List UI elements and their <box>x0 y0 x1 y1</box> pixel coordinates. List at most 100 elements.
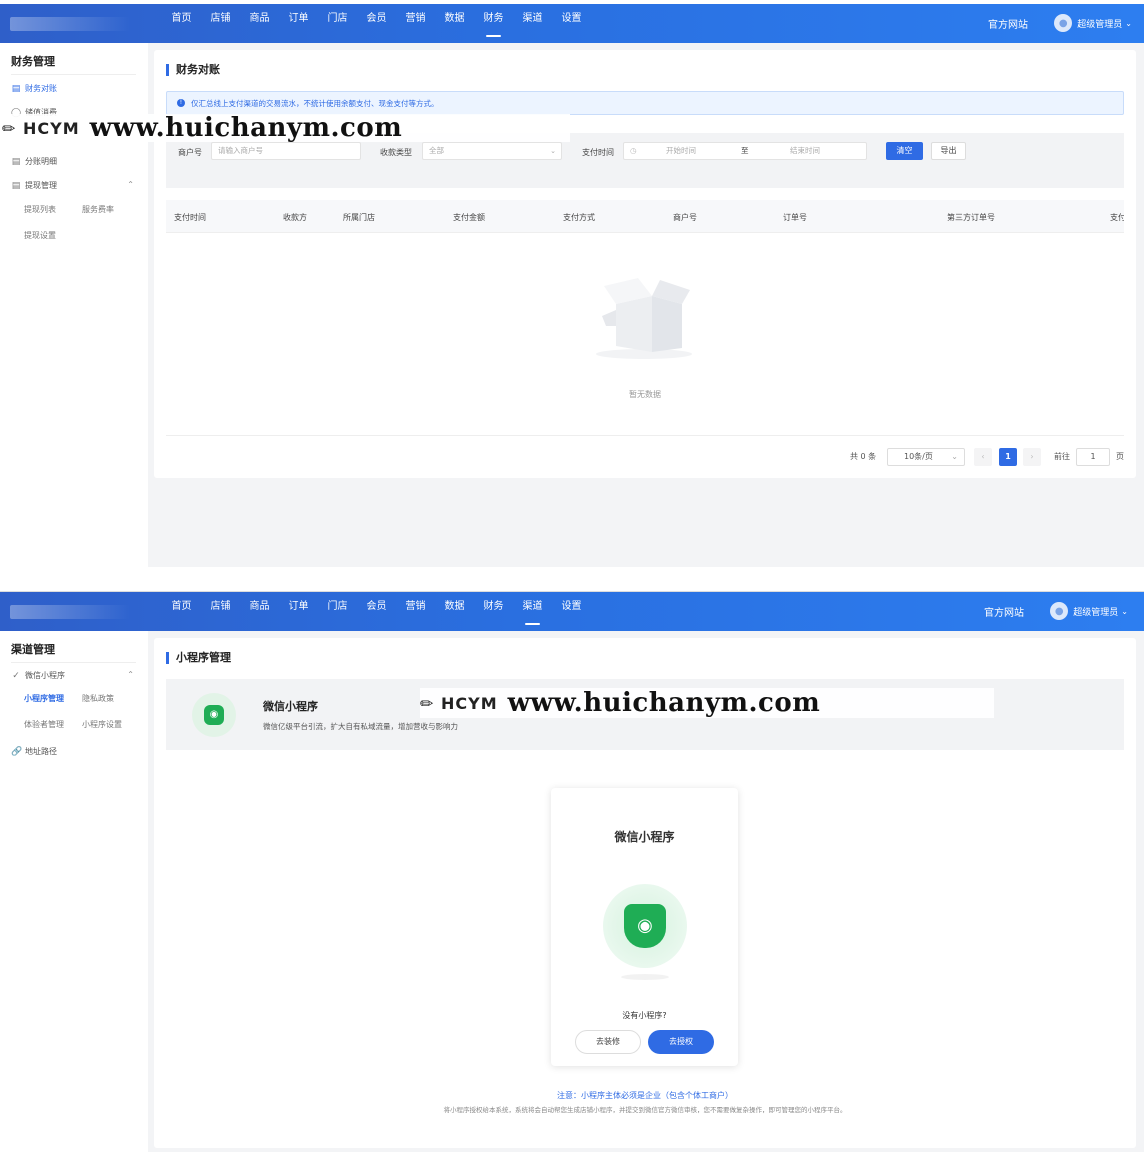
chevron-down-icon: ⌄ <box>1121 606 1128 616</box>
page-size-value: 10条/页 <box>904 452 933 461</box>
column-header: 所属门店 <box>343 213 375 222</box>
nav-settings[interactable]: 设置 <box>552 4 591 43</box>
document-icon: ▤ <box>11 180 21 191</box>
info-notice: ! 仅汇总线上支付渠道的交易流水，不统计使用余额支付、现金支付等方式。 <box>166 91 1124 115</box>
chevron-down-icon: ⌄ <box>550 147 556 155</box>
chevron-up-icon[interactable]: ⌃ <box>127 670 134 679</box>
divider <box>11 662 136 663</box>
nav-home[interactable]: 首页 <box>162 592 201 631</box>
official-site-link[interactable]: 官方网站 <box>984 604 1024 619</box>
column-header: 支付金额 <box>453 213 485 222</box>
merchant-input[interactable]: 请输入商户号 <box>211 142 361 160</box>
sidebar-item-reconciliation[interactable]: ▤ 财务对账 <box>11 83 57 94</box>
sidebar-item-label: 提现管理 <box>25 181 57 190</box>
page-number-button[interactable]: 1 <box>999 448 1017 466</box>
sidebar-sub-withdraw-settings[interactable]: 提现设置 <box>24 230 56 241</box>
nav-finance[interactable]: 财务 <box>474 4 513 43</box>
watermark-logo: ✏ HCYM <box>2 118 80 138</box>
watermark-url: www.huichanym.com <box>89 113 403 143</box>
nav-goods[interactable]: 商品 <box>240 4 279 43</box>
decorate-button[interactable]: 去装修 <box>575 1030 641 1054</box>
sidebar-sub-service-rate[interactable]: 服务费率 <box>82 204 114 215</box>
sidebar-group-wechat-mini[interactable]: ✓ 微信小程序 <box>11 670 65 681</box>
sidebar-sub-withdraw-list[interactable]: 提现列表 <box>24 204 56 215</box>
top-navbar: 首页 店铺 商品 订单 门店 会员 营销 数据 财务 渠道 设置 官方网站 ● … <box>0 592 1144 631</box>
end-time-input[interactable]: 结束时间 <box>790 143 820 159</box>
start-time-input[interactable]: 开始时间 <box>666 143 696 159</box>
user-menu[interactable]: ● 超级管理员 ⌄ <box>1050 601 1128 621</box>
export-button[interactable]: 导出 <box>931 142 966 160</box>
nav-members[interactable]: 会员 <box>357 4 396 43</box>
nav-marketing[interactable]: 营销 <box>396 592 435 631</box>
avatar: ● <box>1050 602 1069 620</box>
prev-page-button[interactable]: ‹ <box>974 448 992 466</box>
nav-orders[interactable]: 订单 <box>279 4 318 43</box>
official-site-link[interactable]: 官方网站 <box>988 16 1028 31</box>
chevron-up-icon[interactable]: ⌃ <box>127 180 134 189</box>
nav-orders[interactable]: 订单 <box>279 592 318 631</box>
nav-members[interactable]: 会员 <box>357 592 396 631</box>
nav-data[interactable]: 数据 <box>435 4 474 43</box>
sidebar-item-address-path[interactable]: 🔗 地址路径 <box>11 746 57 757</box>
page-suffix: 页 <box>1116 452 1124 461</box>
channel-screen: 首页 店铺 商品 订单 门店 会员 营销 数据 财务 渠道 设置 官方网站 ● … <box>0 591 1144 1152</box>
page-size-select[interactable]: 10条/页 ⌄ <box>887 448 965 466</box>
sidebar-item-withdraw[interactable]: ▤ 提现管理 <box>11 180 57 191</box>
nav-marketing[interactable]: 营销 <box>396 4 435 43</box>
nav-data[interactable]: 数据 <box>435 592 474 631</box>
divider <box>166 435 1124 436</box>
icon-shadow <box>621 974 669 980</box>
brand-logo[interactable] <box>10 17 130 31</box>
nav-shop[interactable]: 店铺 <box>201 592 240 631</box>
watermark: ✏ HCYM www.huichanym.com <box>2 113 570 143</box>
sidebar-item-label: 财务对账 <box>25 84 57 93</box>
clear-button[interactable]: 清空 <box>886 142 923 160</box>
document-icon: ▤ <box>11 83 21 94</box>
sidebar-item-label: 分账明细 <box>25 157 57 166</box>
authorize-card: 微信小程序 ◉ 没有小程序? 去装修 去授权 <box>551 788 738 1066</box>
type-select-value: 全部 <box>429 146 444 155</box>
sidebar-item-split-detail[interactable]: ▤ 分账明细 <box>11 156 57 167</box>
column-header: 商户号 <box>673 213 697 222</box>
nav-channels[interactable]: 渠道 <box>513 4 552 43</box>
notice-text: 仅汇总线上支付渠道的交易流水，不统计使用余额支付、现金支付等方式。 <box>191 98 439 108</box>
goto-page-input[interactable]: 1 <box>1076 448 1110 466</box>
range-separator: 至 <box>741 146 749 155</box>
clock-icon: ◷ <box>630 146 637 155</box>
next-page-button[interactable]: › <box>1023 448 1041 466</box>
nav-stores[interactable]: 门店 <box>318 592 357 631</box>
circle-check-icon: ✓ <box>12 670 20 681</box>
nav-channels[interactable]: 渠道 <box>513 592 552 631</box>
page-title: 小程序管理 <box>166 652 231 664</box>
avatar: ● <box>1054 14 1073 32</box>
empty-state-text: 暂无数据 <box>629 390 661 399</box>
nav-finance[interactable]: 财务 <box>474 592 513 631</box>
pagination-total: 共 0 条 <box>850 452 877 461</box>
nav-home[interactable]: 首页 <box>162 4 201 43</box>
user-name: 超级管理员 <box>1077 19 1123 30</box>
banner-description: 微信亿级平台引流，扩大自有私域流量，增加营收与影响力 <box>263 722 458 731</box>
sidebar-sub-testers[interactable]: 体验者管理 <box>24 719 64 730</box>
empty-box-icon <box>596 278 692 359</box>
info-icon: ! <box>177 99 185 107</box>
sidebar-sub-mini-settings[interactable]: 小程序设置 <box>82 719 122 730</box>
column-header: 收款方 <box>283 213 307 222</box>
sidebar-sub-mini-manage[interactable]: 小程序管理 <box>24 693 64 704</box>
date-range-picker[interactable]: ◷ 开始时间 至 结束时间 <box>623 142 867 160</box>
nav-stores[interactable]: 门店 <box>318 4 357 43</box>
time-label: 支付时间 <box>582 148 614 157</box>
separator <box>0 567 1144 591</box>
wechat-shield-icon: ◉ <box>603 884 687 968</box>
nav-goods[interactable]: 商品 <box>240 592 279 631</box>
authorize-button[interactable]: 去授权 <box>648 1030 714 1054</box>
brand-logo[interactable] <box>10 605 130 619</box>
user-menu[interactable]: ● 超级管理员 ⌄ <box>1054 13 1132 33</box>
sidebar-title: 财务管理 <box>11 55 55 68</box>
divider <box>11 74 136 75</box>
nav-settings[interactable]: 设置 <box>552 592 591 631</box>
sidebar-item-label: 地址路径 <box>25 747 57 756</box>
sidebar-sub-privacy[interactable]: 隐私政策 <box>82 693 114 704</box>
goto-label: 前往 <box>1054 452 1070 461</box>
nav-shop[interactable]: 店铺 <box>201 4 240 43</box>
type-select[interactable]: 全部 ⌄ <box>422 142 562 160</box>
